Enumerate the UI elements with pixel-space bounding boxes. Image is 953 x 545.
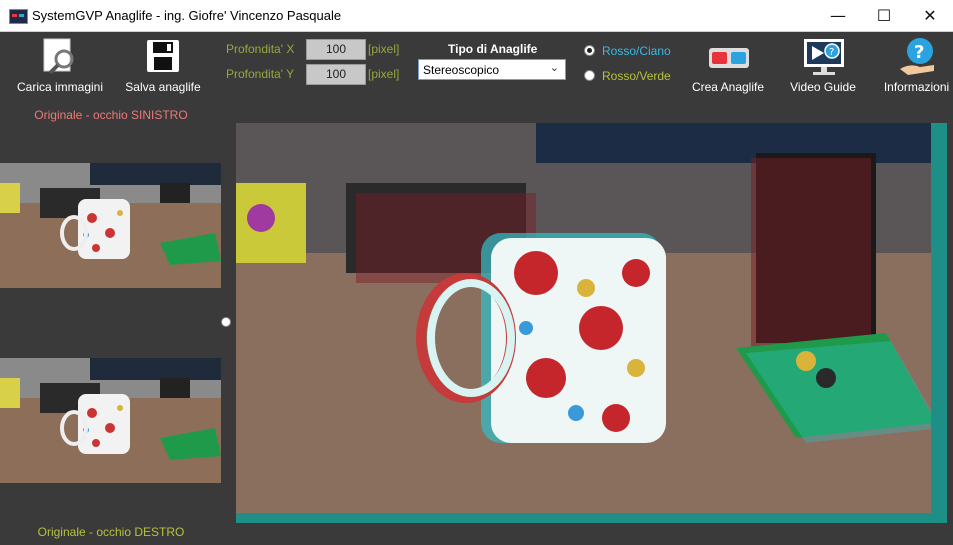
- anaglyph-preview-image: [236, 123, 947, 523]
- depth-y-label: Profondita' Y: [226, 67, 295, 81]
- load-images-label: Carica immagini: [16, 80, 104, 94]
- load-images-icon: [43, 38, 74, 75]
- anaglyph-type-value: Stereoscopico: [423, 63, 500, 77]
- svg-text:?: ?: [829, 47, 834, 58]
- depth-x-input[interactable]: 100: [306, 39, 366, 60]
- minimize-button[interactable]: —: [815, 0, 861, 31]
- left-eye-image: [0, 163, 221, 288]
- save-anaglyph-label: Salva anaglife: [125, 80, 201, 94]
- video-guide-icon: ?: [804, 39, 844, 75]
- radio-red-green[interactable]: [584, 70, 595, 81]
- right-eye-image: [0, 358, 221, 483]
- depth-x-unit: [pixel]: [368, 42, 400, 56]
- depth-y-input[interactable]: 100: [306, 64, 366, 85]
- radio-red-cyan-label[interactable]: Rosso/Ciano: [602, 44, 671, 58]
- right-eye-caption: Originale - occhio DESTRO: [37, 525, 185, 539]
- window-title: SystemGVP Anaglife - ing. Giofre' Vincen…: [32, 8, 342, 23]
- video-guide-button[interactable]: ? Video Guide: [783, 37, 863, 95]
- create-anaglyph-label: Crea Anaglife: [691, 80, 765, 94]
- left-eye-caption: Originale - occhio SINISTRO: [34, 108, 188, 122]
- load-images-button[interactable]: Carica immagini: [12, 37, 108, 95]
- create-anaglyph-button[interactable]: Crea Anaglife: [688, 37, 768, 95]
- anaglyph-type-select[interactable]: Stereoscopico ⌄: [418, 59, 566, 80]
- depth-y-unit: [pixel]: [368, 67, 400, 81]
- anaglyph-type-label: Tipo di Anaglife: [448, 42, 538, 56]
- splitter-handle[interactable]: [221, 317, 231, 327]
- floppy-disk-icon: [147, 40, 179, 72]
- maximize-button[interactable]: ☐: [861, 0, 907, 31]
- save-anaglyph-button[interactable]: Salva anaglife: [118, 37, 208, 95]
- svg-text:?: ?: [914, 42, 924, 63]
- depth-x-label: Profondita' X: [226, 42, 295, 56]
- info-label: Informazioni: [883, 80, 950, 94]
- help-icon: ?: [900, 38, 934, 75]
- radio-red-cyan[interactable]: [584, 45, 595, 56]
- video-guide-label: Video Guide: [790, 80, 856, 94]
- radio-red-green-label[interactable]: Rosso/Verde: [602, 69, 671, 83]
- chevron-down-icon: ⌄: [549, 61, 559, 74]
- title-bar: SystemGVP Anaglife - ing. Giofre' Vincen…: [0, 0, 953, 32]
- app-icon: [9, 9, 28, 24]
- 3d-glasses-icon: [709, 48, 749, 68]
- close-button[interactable]: ✕: [907, 0, 953, 31]
- info-button[interactable]: ? Informazioni: [880, 37, 953, 95]
